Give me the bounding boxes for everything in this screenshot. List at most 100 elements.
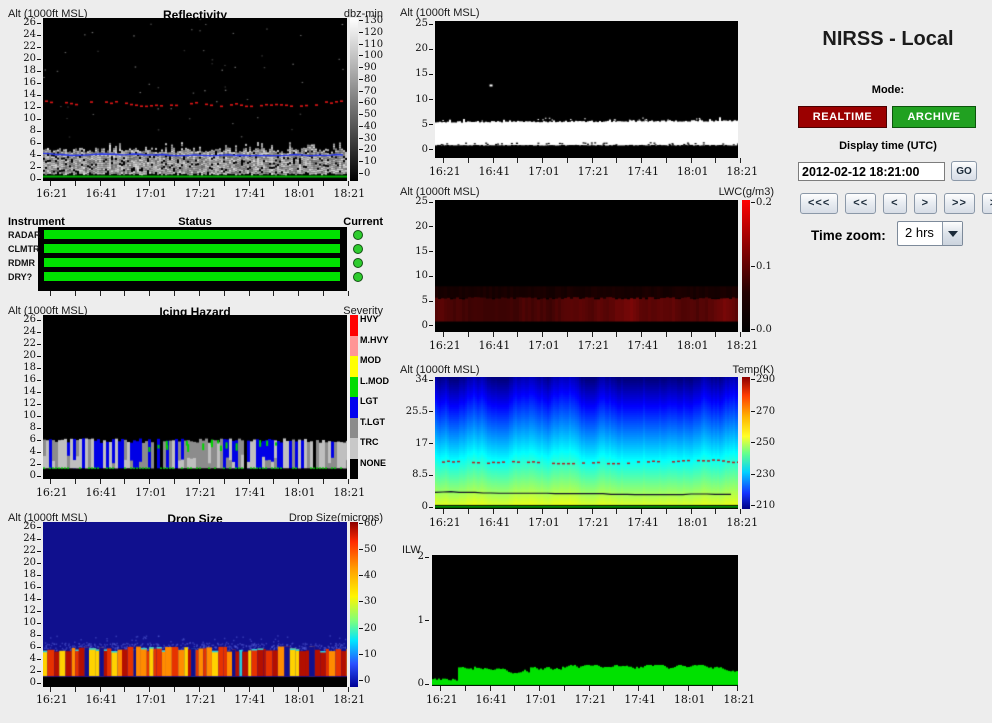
time-label: 16:21 bbox=[428, 516, 461, 529]
tick-mark bbox=[563, 686, 565, 691]
reflectivity-plot bbox=[43, 18, 347, 181]
tick-mark bbox=[347, 687, 349, 692]
tick-label: 20 bbox=[359, 623, 377, 634]
tick-mark bbox=[591, 509, 593, 514]
tick-mark bbox=[347, 479, 349, 484]
tick-mark bbox=[124, 687, 126, 692]
tick-mark bbox=[517, 158, 519, 163]
tick-label: 20 bbox=[0, 350, 41, 362]
y-axis-ticks: 26 24 22 20 18 16 14 12 10 8 6 4 2 0 bbox=[0, 17, 41, 184]
instrument-label: RDMR bbox=[8, 258, 35, 268]
tick-label: 26 bbox=[0, 17, 41, 29]
temp-colorbar bbox=[742, 377, 750, 509]
colorbar-ticks: 0.2 0.1 0.0 bbox=[751, 197, 772, 335]
tick-label: 16 bbox=[0, 581, 41, 593]
tick-mark bbox=[223, 291, 225, 296]
tick-label: 16 bbox=[0, 77, 41, 89]
tick-label: 10 bbox=[0, 617, 41, 629]
time-label: 18:01 bbox=[283, 693, 316, 706]
tick-label: 30 bbox=[359, 133, 383, 144]
severity-colorbar bbox=[350, 315, 358, 479]
tick-mark bbox=[687, 686, 689, 691]
tick-mark bbox=[223, 687, 225, 692]
severity-swatch-hvy bbox=[350, 315, 358, 336]
time-zoom-dropdown[interactable]: 2 hrs bbox=[897, 221, 963, 246]
display-time-label: Display time (UTC) bbox=[839, 140, 937, 152]
mode-label: Mode: bbox=[871, 84, 905, 96]
tick-label: 20 bbox=[398, 221, 433, 233]
colorbar-ticks: 130 120 110 100 90 80 70 60 50 40 30 20 10 0 bbox=[359, 15, 383, 179]
colorbar-ticks: 290 270 250 230 210 bbox=[751, 374, 775, 511]
nav-button-fwd3[interactable]: >>> bbox=[981, 193, 992, 214]
tick-label: 26 bbox=[0, 521, 41, 533]
tick-mark bbox=[443, 158, 444, 163]
lwc-plot bbox=[435, 200, 738, 332]
time-label: 18:01 bbox=[283, 486, 316, 499]
tick-mark bbox=[517, 332, 519, 337]
tick-mark bbox=[616, 158, 618, 163]
tick-mark bbox=[440, 686, 441, 691]
severity-label: T.LGT bbox=[360, 416, 385, 427]
tick-mark bbox=[712, 686, 714, 691]
x-axis-labels: 16:21 16:41 17:01 17:21 17:41 18:01 18:21 bbox=[420, 165, 767, 178]
tick-label: 22 bbox=[0, 545, 41, 557]
archive-button[interactable]: ARCHIVE bbox=[892, 106, 976, 128]
status-bar-rdmr bbox=[44, 258, 340, 267]
nav-button-back2[interactable]: << bbox=[845, 193, 877, 214]
time-label: 17:41 bbox=[234, 187, 266, 200]
tick-label: 18 bbox=[0, 362, 41, 374]
status-led-dry bbox=[353, 272, 363, 282]
x-axis-tickmarks bbox=[440, 686, 738, 692]
nav-button-back3[interactable]: <<< bbox=[800, 193, 839, 214]
time-nav-buttons: <<<<<<>>>>>> bbox=[800, 193, 992, 214]
display-time-input[interactable] bbox=[798, 162, 945, 181]
time-label: 16:41 bbox=[85, 486, 118, 499]
tick-label: 70 bbox=[359, 86, 383, 97]
y-axis-ticks: 25 20 15 10 5 0 bbox=[398, 18, 433, 156]
severity-swatch-tlgt bbox=[350, 417, 358, 438]
tick-mark bbox=[223, 181, 225, 186]
tick-mark bbox=[492, 158, 494, 163]
y-axis-ticks: 34 25.5 17 8.5 0 bbox=[393, 374, 433, 513]
severity-label: L.MOD bbox=[360, 375, 389, 386]
time-label: 17:01 bbox=[135, 693, 167, 706]
tick-label: 18 bbox=[0, 569, 41, 581]
tick-label: 230 bbox=[751, 469, 775, 480]
tick-mark bbox=[198, 479, 200, 484]
x-axis-labels: 16:21 16:41 17:01 17:21 17:41 18:01 18:21 bbox=[420, 516, 767, 529]
go-button[interactable]: GO bbox=[951, 161, 977, 181]
nav-button-back1[interactable]: < bbox=[883, 193, 907, 214]
tick-label: 5 bbox=[398, 295, 433, 307]
severity-swatch-lmod bbox=[350, 376, 358, 397]
nav-button-fwd1[interactable]: > bbox=[913, 193, 938, 214]
tick-label: 250 bbox=[751, 437, 775, 448]
tick-mark bbox=[492, 332, 494, 337]
tick-mark bbox=[248, 291, 250, 296]
realtime-button[interactable]: REALTIME bbox=[798, 106, 887, 128]
tick-label: 12 bbox=[0, 398, 41, 410]
tick-label: 2 bbox=[0, 458, 41, 470]
instrument-label: RADAR bbox=[8, 230, 41, 240]
tick-mark bbox=[248, 479, 250, 484]
time-label: 17:21 bbox=[577, 165, 610, 178]
time-label: 18:21 bbox=[726, 516, 759, 529]
tick-mark bbox=[514, 686, 516, 691]
tick-mark bbox=[99, 181, 101, 186]
tick-mark bbox=[149, 687, 151, 692]
tick-mark bbox=[690, 332, 692, 337]
tick-label: 30 bbox=[359, 596, 377, 607]
tick-label: 0 bbox=[0, 677, 41, 689]
app-title: NIRSS - Local bbox=[822, 28, 954, 50]
severity-swatch-trc bbox=[350, 438, 358, 459]
time-label: 18:01 bbox=[283, 187, 316, 200]
tick-mark bbox=[542, 509, 543, 514]
tick-mark bbox=[323, 479, 325, 484]
tick-label: 10 bbox=[0, 113, 41, 125]
tick-label: 0 bbox=[398, 320, 433, 332]
tick-label: 15 bbox=[398, 246, 433, 258]
tick-label: 290 bbox=[751, 374, 775, 385]
tick-label: 0.2 bbox=[751, 197, 772, 208]
severity-swatch-none bbox=[350, 458, 358, 479]
nav-button-fwd2[interactable]: >> bbox=[944, 193, 975, 214]
tick-mark bbox=[174, 291, 176, 296]
